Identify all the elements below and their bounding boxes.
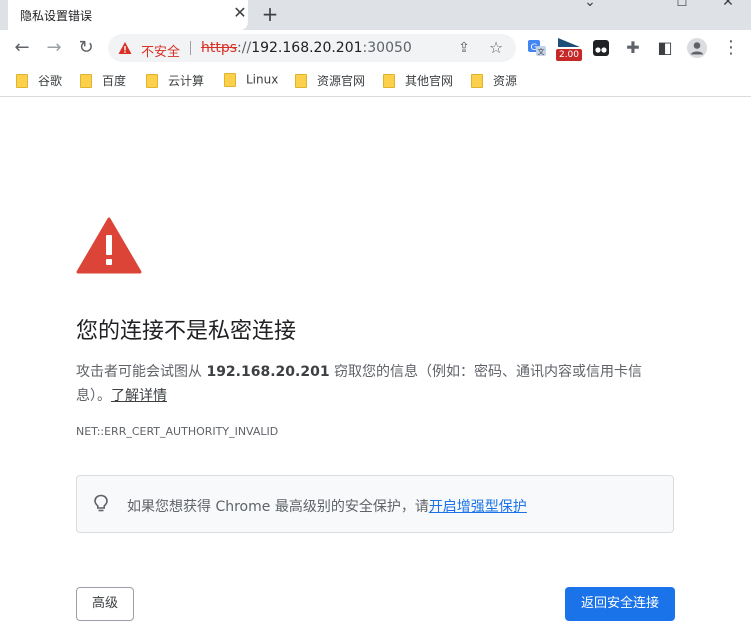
- bookmark-item[interactable]: 云计算: [146, 72, 204, 90]
- share-icon[interactable]: ⇪: [454, 38, 474, 58]
- tab-active[interactable]: 隐私设置错误 ✕: [8, 0, 248, 30]
- folder-icon: [295, 73, 307, 88]
- back-icon[interactable]: ←: [11, 37, 33, 59]
- enhanced-protection-tip: 如果您想获得 Chrome 最高级别的安全保护，请开启增强型保护: [76, 475, 674, 533]
- url-port: :30050: [362, 40, 412, 56]
- error-code: NET::ERR_CERT_AUTHORITY_INVALID: [76, 425, 279, 438]
- warning-description: 攻击者可能会试图从 192.168.20.201 窃取您的信息（例如：密码、通讯…: [76, 360, 666, 408]
- folder-icon: [471, 73, 483, 88]
- large-warning-icon: [76, 217, 142, 274]
- learn-more-link[interactable]: 了解详情: [111, 388, 167, 404]
- speed-graph-icon: [558, 38, 580, 47]
- back-to-safety-button[interactable]: 返回安全连接: [565, 587, 675, 621]
- folder-icon: [383, 73, 395, 88]
- lightbulb-icon: [94, 494, 108, 512]
- bookmark-label: 云计算: [168, 74, 205, 88]
- enhanced-protection-link[interactable]: 开启增强型保护: [429, 499, 527, 515]
- tab-title: 隐私设置错误: [20, 9, 93, 23]
- bookmark-label: 资源官网: [317, 74, 366, 88]
- tip-text: 如果您想获得 Chrome 最高级别的安全保护，请开启增强型保护: [127, 496, 527, 516]
- page-title: 您的连接不是私密连接: [76, 319, 297, 344]
- bookmark-star-icon[interactable]: ☆: [486, 38, 506, 58]
- window-close-icon[interactable]: ✕: [708, 0, 748, 10]
- minimize-icon[interactable]: ⌄: [570, 0, 610, 10]
- folder-icon: [80, 73, 92, 88]
- svg-text:文: 文: [538, 47, 545, 56]
- url-text[interactable]: https://192.168.20.201:30050: [201, 40, 412, 56]
- bookmark-item[interactable]: Linux: [224, 72, 278, 90]
- tab-strip: 隐私设置错误 ✕ + ⌄ ☐ ✕: [0, 0, 751, 30]
- bookmark-item[interactable]: 谷歌: [16, 72, 62, 90]
- tampermonkey-extension-icon[interactable]: [590, 37, 612, 59]
- bookmark-label: 谷歌: [38, 74, 63, 88]
- bookmark-item[interactable]: 资源官网: [295, 72, 365, 90]
- advanced-button[interactable]: 高级: [76, 587, 134, 621]
- warning-icon[interactable]: [118, 41, 132, 55]
- bookmark-label: 百度: [102, 74, 127, 88]
- restore-icon[interactable]: ☐: [662, 0, 702, 10]
- speed-badge: 2.00: [556, 49, 582, 61]
- reload-icon[interactable]: ↻: [75, 37, 97, 59]
- profile-avatar-icon[interactable]: [686, 37, 708, 59]
- bookmark-item[interactable]: 资源: [471, 72, 517, 90]
- bookmark-item[interactable]: 百度: [80, 72, 126, 90]
- bookmark-label: 其他官网: [405, 74, 454, 88]
- url-separator: ://: [237, 40, 252, 56]
- side-panel-icon[interactable]: ◧: [654, 37, 676, 59]
- folder-icon: [16, 73, 28, 88]
- omnibox-divider: [190, 41, 191, 55]
- bookmarks-bar: 谷歌 百度 云计算 Linux 资源官网 其他官网 资源: [0, 66, 751, 97]
- address-bar[interactable]: 不安全 https://192.168.20.201:30050 ⇪ ☆: [108, 34, 516, 62]
- menu-icon[interactable]: ⋮: [720, 37, 742, 59]
- folder-icon: [224, 72, 236, 87]
- tip-text-body: 如果您想获得 Chrome 最高级别的安全保护，请: [127, 499, 429, 515]
- translate-extension-icon[interactable]: G 文: [526, 37, 548, 59]
- url-host: 192.168.20.201: [251, 40, 363, 56]
- url-scheme: https: [201, 40, 238, 56]
- not-secure-label[interactable]: 不安全: [141, 41, 180, 60]
- tab-close-icon[interactable]: ✕: [231, 4, 249, 22]
- description-prefix: 攻击者可能会试图从: [76, 364, 207, 380]
- bookmark-item[interactable]: 其他官网: [383, 72, 453, 90]
- extensions-puzzle-icon[interactable]: ✚: [622, 37, 644, 59]
- bookmark-label: Linux: [246, 72, 279, 87]
- description-host: 192.168.20.201: [206, 364, 330, 380]
- new-tab-icon[interactable]: +: [259, 3, 281, 25]
- bookmark-label: 资源: [493, 74, 518, 88]
- folder-icon: [146, 73, 158, 88]
- forward-icon[interactable]: →: [43, 37, 65, 59]
- speed-extension-icon[interactable]: 2.00: [556, 36, 582, 62]
